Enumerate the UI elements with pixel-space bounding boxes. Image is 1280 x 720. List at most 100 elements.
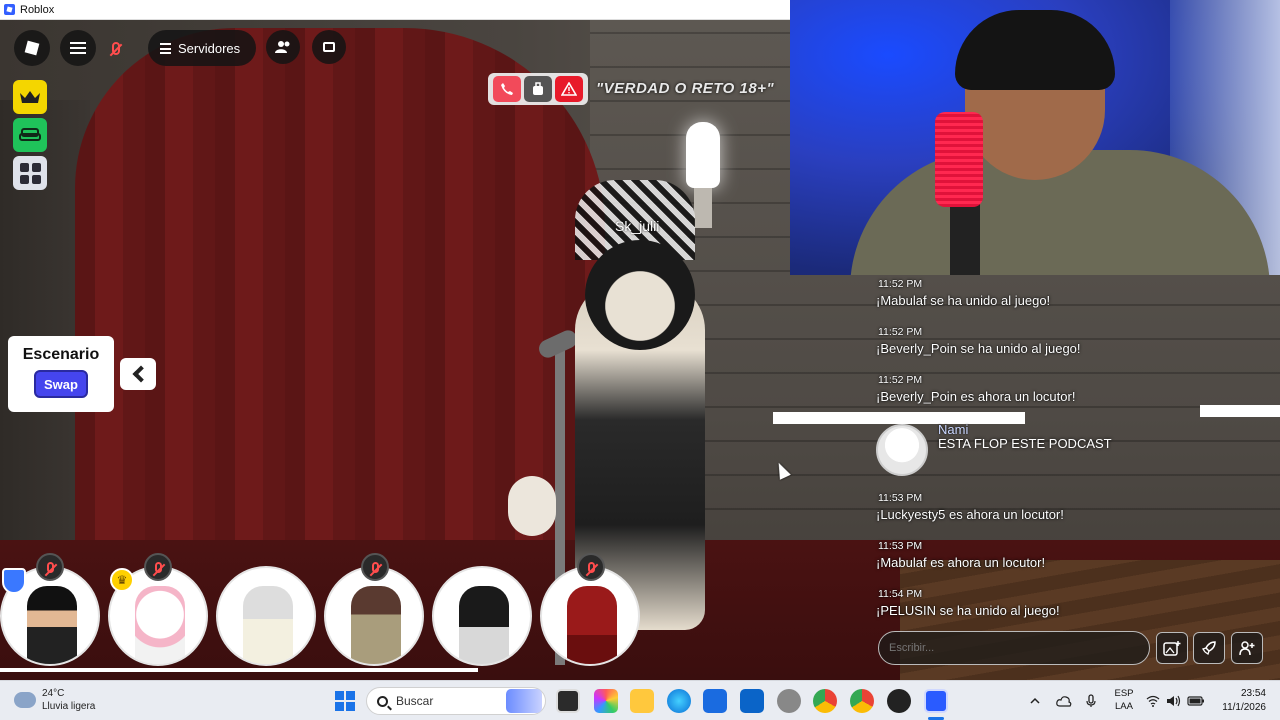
hamburger-menu-button[interactable] [60,30,96,66]
player-mic-muted[interactable] [144,553,172,581]
menu-line [70,52,86,54]
chat-time: 11:52 PM [878,374,923,386]
volume-icon[interactable] [1166,681,1182,720]
collapse-panel-button[interactable] [120,358,156,390]
player-avatar [351,586,401,664]
weather-desc: Lluvia ligera [42,701,96,712]
weather-widget[interactable]: 24°C Lluvia ligera [14,687,95,713]
servers-button[interactable]: Servidores [148,30,257,66]
avatar-pet [508,476,556,536]
player-avatar [567,586,617,664]
battery-icon[interactable] [1187,681,1205,720]
boost-rocket-button[interactable] [1193,632,1225,664]
swap-button[interactable]: Swap [34,370,88,398]
chrome-icon[interactable] [813,689,837,713]
hangup-button[interactable] [492,76,521,102]
roblox-menu-button[interactable] [14,30,50,66]
webcam-overlay [790,0,1280,275]
backpack-icon [532,82,543,95]
shield-badge-icon [2,568,26,594]
rocket-icon [1201,641,1216,656]
search-label: Buscar [396,694,434,708]
streamer-hair [955,10,1115,90]
window-titlebar: Roblox [0,0,790,20]
weather-text: 24°C Lluvia ligera [42,687,95,713]
lang-code: ESP [1114,688,1134,699]
chat-text: ¡Mabulaf es ahora un locutor! [876,555,1046,570]
chat-text: ¡PELUSIN se ha unido al juego! [876,603,1060,618]
chat-time: 11:52 PM [878,278,923,290]
stage-panel-title: Escenario [22,346,100,363]
chat-time: 11:53 PM [878,492,923,504]
outlook-icon[interactable] [740,689,764,713]
weather-temp: 24°C [42,688,65,699]
report-button[interactable] [555,76,584,102]
wifi-icon[interactable] [1146,681,1160,720]
friends-icon [275,41,290,53]
chat-input[interactable] [878,631,1150,665]
player-avatar-head [585,240,695,350]
player-mic-muted[interactable] [577,553,605,581]
voice-call-bar [488,73,588,105]
sit-sofa-button[interactable] [13,118,47,152]
player-slot[interactable] [324,566,424,666]
overlay-strip [1200,405,1280,417]
player-row-scrollbar[interactable] [0,668,478,672]
rain-cloud-icon [14,692,36,708]
grid-icon [19,162,41,184]
widget-app-icon[interactable] [506,689,542,713]
input-language[interactable]: ESP LAA [1112,687,1136,713]
image-plus-icon [1163,641,1181,656]
chat-time: 11:52 PM [878,326,923,338]
copilot-icon[interactable] [594,689,618,713]
edge-icon[interactable] [667,689,691,713]
file-explorer-icon[interactable] [630,689,654,713]
chrome-profile-icon[interactable] [850,689,874,713]
image-emote-button[interactable] [1156,632,1188,664]
voice-mic-button[interactable] [98,30,134,66]
player-slot[interactable] [540,566,640,666]
cloud-sync-icon[interactable] [1056,681,1072,720]
player-slot[interactable] [216,566,316,666]
chat-text: ¡Mabulaf se ha unido al juego! [876,293,1051,308]
chat-user-avatar[interactable] [876,424,928,476]
inventory-button[interactable] [523,76,552,102]
mic-muted-icon [46,561,54,573]
start-button[interactable] [335,691,355,711]
sofa-icon [19,128,41,141]
task-view-icon[interactable] [556,689,580,713]
chat-text: ¡Luckyesty5 es ahora un locutor! [876,507,1064,522]
chat-text: ¡Beverly_Poin es ahora un locutor! [876,389,1076,404]
settings-gear-icon[interactable] [777,689,801,713]
mic-arm [950,200,980,275]
chat-username[interactable]: Nami [938,422,968,437]
player-mic-muted[interactable] [361,553,389,581]
microphone-tray-icon[interactable] [1086,681,1096,720]
store-icon[interactable] [703,689,727,713]
recording-app-icon[interactable] [887,689,911,713]
tray-overflow-chevron-icon[interactable] [1030,681,1040,720]
clock-date: 11/1/2026 [1222,702,1266,713]
overlay-strip [773,412,1025,424]
streamer-microphone [935,112,983,207]
chat-message: 11:53 PM ¡Mabulaf es ahora un locutor! [876,540,1045,570]
player-mic-muted[interactable] [36,553,64,581]
chat-time: 11:53 PM [878,540,923,552]
experience-title: "VERDAD O RETO 18+" [596,80,775,97]
friends-button[interactable] [266,30,300,64]
menu-line [70,47,86,49]
crown-badge-icon: ♛ [110,568,134,592]
vip-crown-button[interactable] [13,80,47,114]
user-plus-icon [1239,641,1255,656]
mic-muted-icon [587,561,595,573]
player-slot[interactable] [432,566,532,666]
chat-toggle-button[interactable] [312,30,346,64]
chat-message: 11:52 PM ¡Mabulaf se ha unido al juego! [876,278,1050,308]
player-avatar [243,586,293,664]
chat-message: 11:53 PM ¡Luckyesty5 es ahora un locutor… [876,492,1064,522]
apps-grid-button[interactable] [13,156,47,190]
system-clock[interactable]: 23:54 11/1/2026 [1220,687,1266,715]
add-friend-button[interactable] [1231,632,1263,664]
mic-muted-icon [154,561,162,573]
roblox-taskbar-icon[interactable] [924,689,948,713]
